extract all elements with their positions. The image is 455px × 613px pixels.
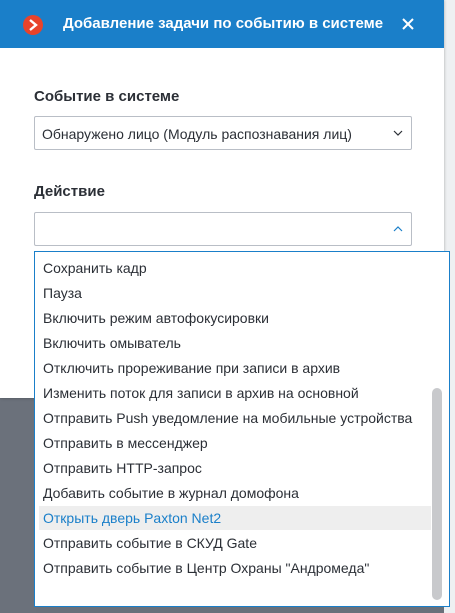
list-item[interactable]: Добавить событие в журнал домофона <box>39 481 431 505</box>
close-icon[interactable] <box>396 12 420 36</box>
list-item[interactable]: Отправить HTTP-запрос <box>39 456 431 480</box>
chevron-down-icon <box>393 130 403 136</box>
action-field-label: Действие <box>34 183 105 200</box>
list-item[interactable]: Отправить событие в Центр Охраны "Андром… <box>39 556 431 580</box>
list-item[interactable]: Сохранить кадр <box>39 256 431 280</box>
dialog-title: Добавление задачи по событию в системе <box>63 15 384 32</box>
chevron-up-icon <box>393 226 403 232</box>
event-select-value: Обнаружено лицо (Модуль распознавания ли… <box>42 126 352 142</box>
list-item[interactable]: Отправить Push уведомление на мобильные … <box>39 406 431 430</box>
list-item[interactable]: Включить омыватель <box>39 331 431 355</box>
list-item[interactable]: Изменить поток для записи в архив на осн… <box>39 381 431 405</box>
action-select[interactable] <box>34 212 412 246</box>
event-select[interactable]: Обнаружено лицо (Модуль распознавания ли… <box>34 116 412 150</box>
app-logo-icon <box>23 15 43 35</box>
event-field-label: Событие в системе <box>34 88 180 105</box>
list-item[interactable]: Пауза <box>39 281 431 305</box>
background-overlay <box>0 398 36 613</box>
list-item[interactable]: Отключить прореживание при записи в архи… <box>39 356 431 380</box>
list-item[interactable]: Включить режим автофокусировки <box>39 306 431 330</box>
action-dropdown-list[interactable]: Сохранить кадр Пауза Включить режим авто… <box>34 251 450 607</box>
list-item-highlighted[interactable]: Открыть дверь Paxton Net2 <box>39 506 431 530</box>
dialog-titlebar: Добавление задачи по событию в системе <box>0 0 444 48</box>
list-item[interactable]: Отправить событие в СКУД Gate <box>39 531 431 555</box>
dropdown-scrollbar[interactable] <box>432 388 442 600</box>
list-item[interactable]: Отправить в мессенджер <box>39 431 431 455</box>
